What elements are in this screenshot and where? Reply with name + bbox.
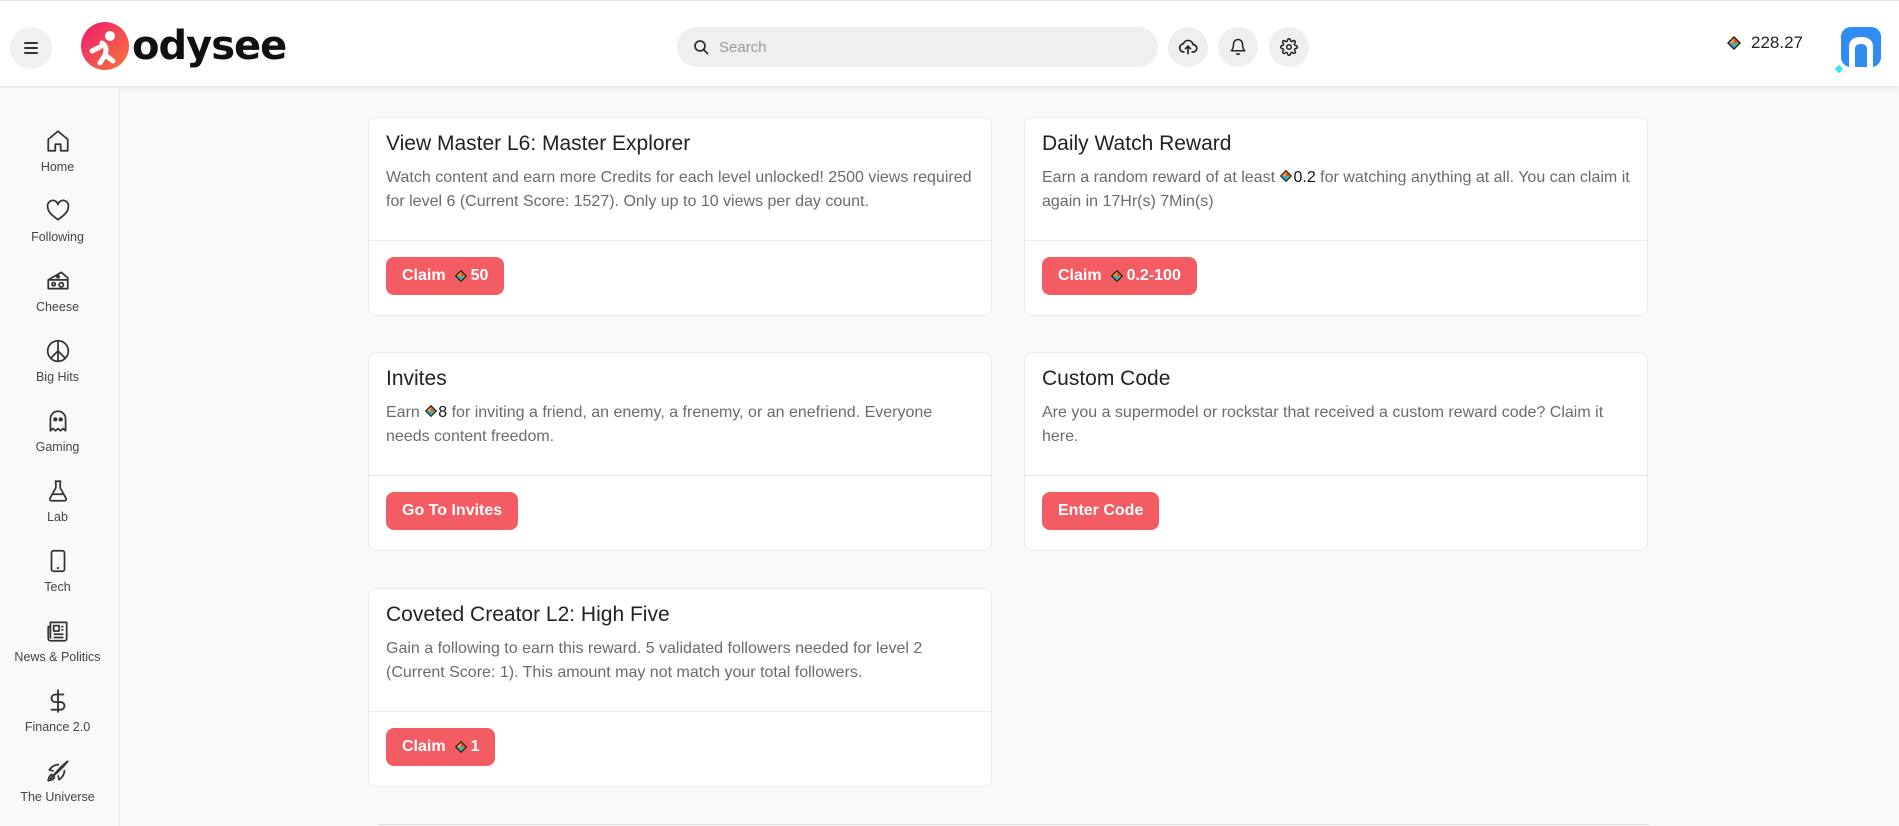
claim-button[interactable]: Claim 0.2-100 [1042, 257, 1197, 295]
card-description: Earn a random reward of at least 0.2 for… [1042, 166, 1630, 214]
desc-prefix: Earn [386, 404, 420, 421]
sidebar-item-home[interactable]: Home [0, 128, 115, 190]
card-description: Earn 8 for inviting a friend, an enemy, … [386, 401, 974, 449]
sidebar-item-lab[interactable]: Lab [0, 478, 115, 540]
sidebar-item-label: Lab [47, 510, 68, 524]
desc-suffix: for inviting a friend, an enemy, a frene… [386, 404, 933, 445]
sidebar-item-label: Following [31, 230, 84, 244]
notifications-button[interactable] [1218, 27, 1258, 67]
odysee-logo[interactable]: odysee [80, 21, 287, 71]
settings-button[interactable] [1269, 27, 1309, 67]
card-title: Daily Watch Reward [1042, 132, 1232, 155]
reward-card-invites: Invites Earn 8 for inviting a friend, an… [368, 352, 992, 551]
sidebar: Home Following Cheese Big Hits Gaming La… [0, 88, 120, 826]
sidebar-item-label: Big Hits [35, 370, 80, 384]
card-title: Coveted Creator L2: High Five [386, 603, 670, 626]
card-title: Custom Code [1042, 367, 1171, 390]
upload-button[interactable] [1168, 27, 1208, 67]
sidebar-item-label: The Universe [20, 790, 95, 804]
lbc-coin-icon [1279, 169, 1293, 183]
lbc-coin-icon [1726, 35, 1742, 51]
sidebar-item-tech[interactable]: Tech [0, 548, 115, 610]
card-title: View Master L6: Master Explorer [386, 132, 691, 155]
lbc-coin-icon [424, 404, 438, 418]
sidebar-item-news-politics[interactable]: News & Politics [0, 618, 115, 680]
button-label: Claim [402, 267, 446, 284]
menu-button[interactable] [10, 27, 52, 69]
sidebar-item-label: Tech [44, 580, 71, 594]
sidebar-item-gaming[interactable]: Gaming [0, 408, 115, 470]
desc-amount: 8 [438, 404, 448, 421]
search-input[interactable] [719, 38, 1119, 56]
sidebar-item-label: Home [40, 160, 75, 174]
bell-icon [1230, 38, 1246, 56]
card-description: Are you a supermodel or rockstar that re… [1042, 404, 1604, 445]
gear-icon [1280, 38, 1298, 56]
search-bar[interactable] [677, 27, 1158, 67]
button-label: Claim [402, 738, 446, 755]
lbc-coin-icon [454, 740, 468, 754]
button-amount: 0.2-100 [1126, 267, 1181, 284]
claim-button[interactable]: Claim 50 [386, 257, 505, 295]
newspaper-icon [46, 621, 68, 642]
sidebar-item-label: News & Politics [14, 650, 101, 664]
sidebar-item-label: Finance 2.0 [24, 720, 91, 734]
avatar-sparkle [1834, 64, 1844, 74]
rocket-icon [46, 760, 69, 782]
reward-card-daily-watch: Daily Watch Reward Earn a random reward … [1024, 117, 1648, 316]
peace-icon [46, 339, 69, 363]
flask-icon [48, 480, 67, 502]
sidebar-item-following[interactable]: Following [0, 198, 115, 260]
sidebar-item-cheese[interactable]: Cheese [0, 268, 115, 330]
card-title: Invites [386, 367, 447, 390]
heart-icon [46, 199, 69, 221]
wallet-balance[interactable]: 228.27 [1726, 33, 1803, 53]
sidebar-item-label: Cheese [35, 300, 80, 314]
reward-card-coveted-creator: Coveted Creator L2: High Five Gain a fol… [368, 588, 992, 787]
balance-amount: 228.27 [1751, 33, 1803, 52]
lbc-coin-icon [454, 269, 468, 283]
top-header: odysee 228.27 [0, 0, 1899, 87]
claim-button[interactable]: Claim 1 [386, 728, 496, 766]
sidebar-item-label: Gaming [35, 440, 80, 454]
button-label: Claim [1058, 267, 1102, 284]
avatar-image [1841, 27, 1881, 67]
go-to-invites-button[interactable]: Go To Invites [386, 492, 519, 530]
button-amount: 1 [470, 738, 480, 755]
logo-text: odysee [132, 23, 287, 69]
cheese-icon [46, 271, 69, 290]
hamburger-icon [24, 42, 38, 54]
avatar[interactable] [1841, 27, 1881, 67]
content-divider [378, 824, 1649, 825]
reward-card-view-master: View Master L6: Master Explorer Watch co… [368, 117, 992, 316]
card-description: Watch content and earn more Credits for … [386, 169, 972, 210]
odysee-logo-mark [81, 22, 129, 70]
desc-prefix: Earn a random reward of at least [1042, 169, 1276, 186]
lbc-coin-icon [1110, 269, 1124, 283]
reward-card-custom-code: Custom Code Are you a supermodel or rock… [1024, 352, 1648, 551]
card-description: Gain a following to earn this reward. 5 … [386, 640, 923, 681]
sidebar-item-the-universe[interactable]: The Universe [0, 758, 115, 820]
home-icon [46, 130, 69, 152]
enter-code-button[interactable]: Enter Code [1042, 492, 1160, 530]
button-amount: 50 [470, 267, 489, 284]
search-icon [694, 40, 709, 55]
sidebar-item-big-hits[interactable]: Big Hits [0, 338, 115, 400]
dollar-icon [50, 689, 65, 713]
desc-amount: 0.2 [1293, 169, 1316, 186]
ghost-icon [49, 410, 66, 432]
sidebar-item-finance[interactable]: Finance 2.0 [0, 688, 115, 750]
phone-icon [50, 549, 65, 573]
cloud-upload-icon [1178, 39, 1198, 55]
